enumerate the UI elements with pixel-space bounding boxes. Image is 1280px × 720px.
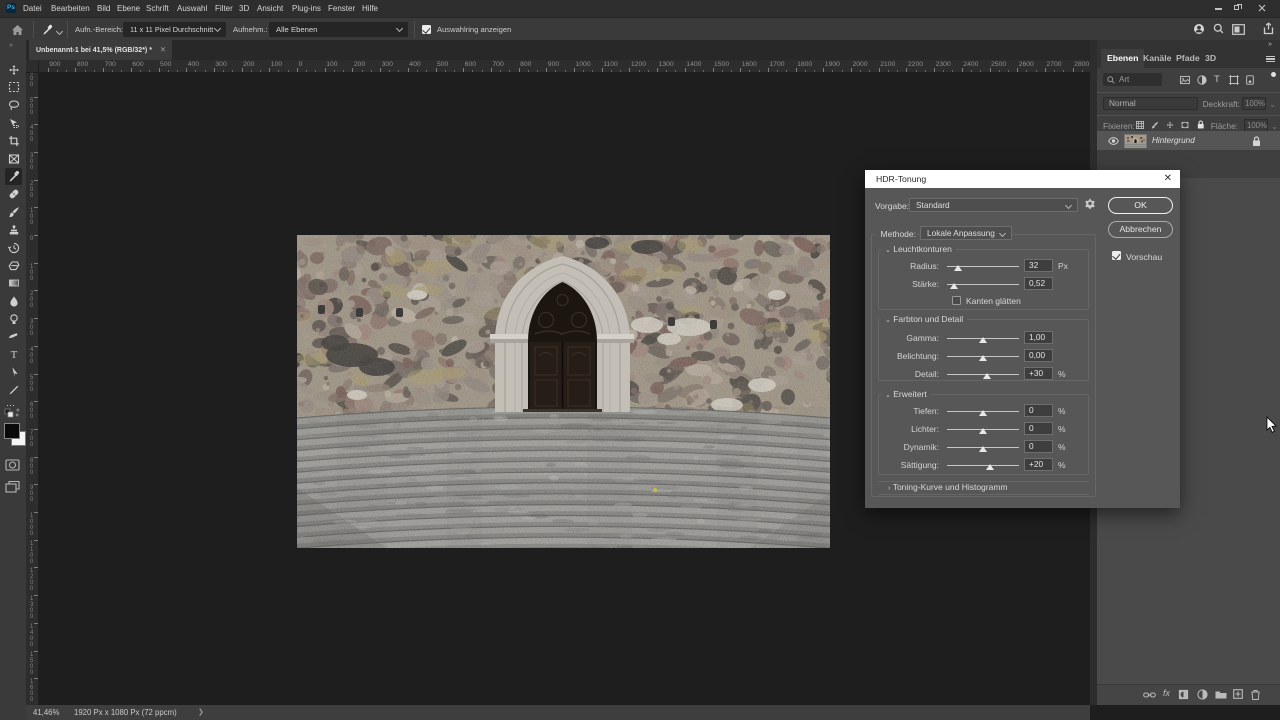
svg-text:T: T (10, 349, 17, 360)
